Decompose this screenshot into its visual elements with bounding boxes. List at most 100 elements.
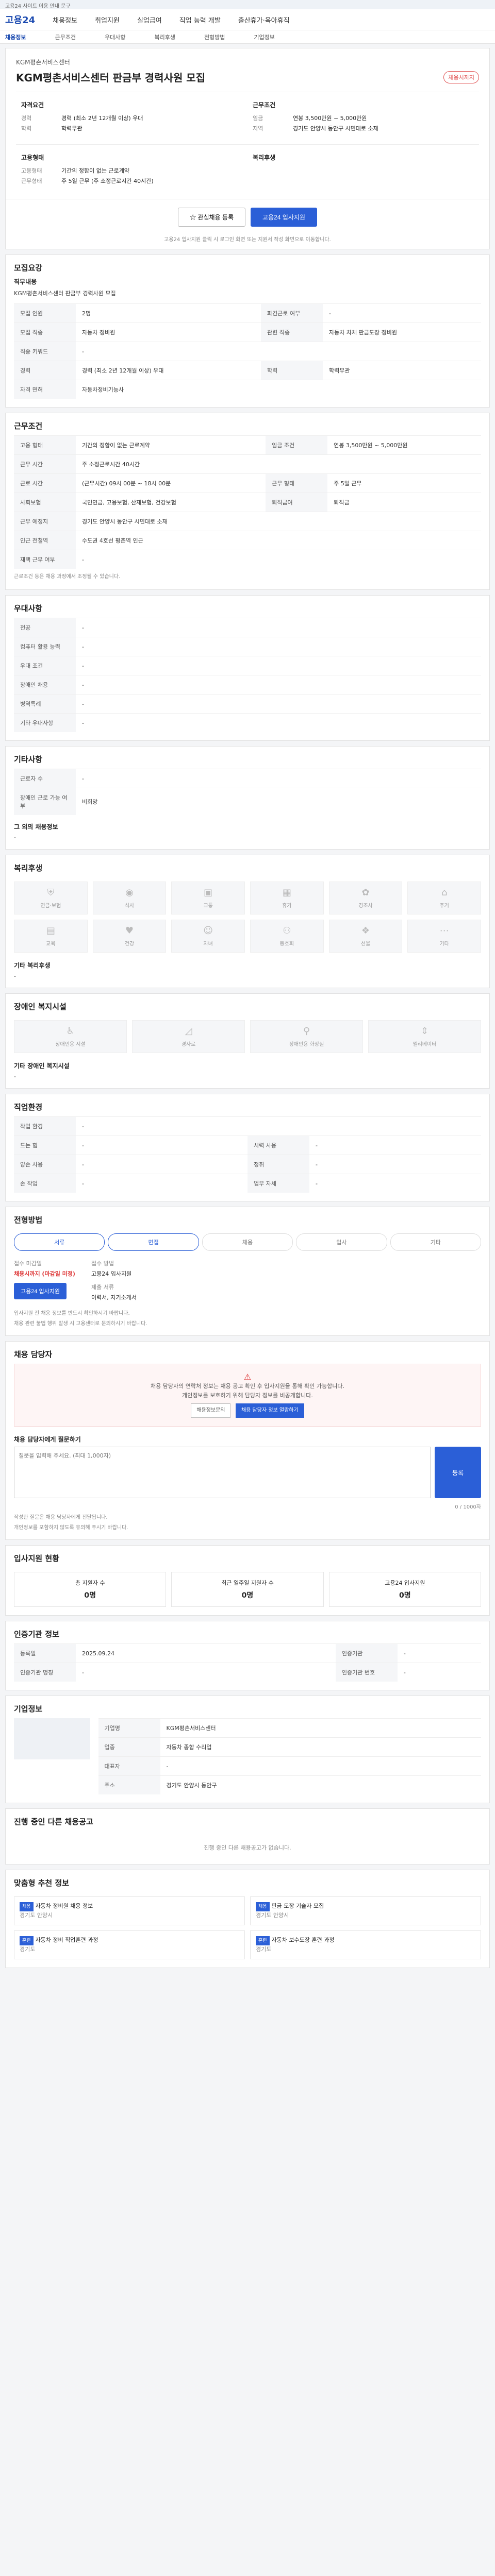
cert-info-section: 인증기관 정보 등록일 2025.09.24 인증기관 - 인증기관 명칭 - 인증기관 … (5, 1621, 490, 1690)
row-key: 인증기관 번호 (335, 1663, 398, 1682)
row-key: 주소 (98, 1775, 160, 1794)
welfare-label: 동호회 (279, 941, 294, 947)
welfare-label: 교육 (46, 941, 56, 947)
tab-process[interactable]: 전형방법 (204, 33, 225, 41)
table-row: 전공 - (14, 618, 481, 637)
table-row: 기타 우대사항 - (14, 713, 481, 732)
more-icon: ⋯ (439, 925, 449, 936)
kv-key: 근무형태 (21, 178, 42, 184)
step-item: 기타 (390, 1233, 482, 1251)
disability-grid: ♿ 장애인용 시설 ◿ 경사로 ⚲ 장애인용 화장실 ⇕ 엘리베이터 (6, 1016, 489, 1061)
row-key: 등록일 (14, 1643, 76, 1663)
recommend-item[interactable]: 채용 판금 도장 기술자 모집 경기도 안양시 (250, 1896, 481, 1925)
row-value: - (76, 550, 481, 569)
nav-item-benefit[interactable]: 실업급여 (137, 15, 162, 25)
section-title: 모집요강 (14, 263, 43, 273)
row-key: 모집 직종 (14, 323, 76, 342)
nav-item-jobs[interactable]: 채용정보 (53, 15, 77, 25)
row-key: 모집 인원 (14, 303, 76, 323)
row-value: - (76, 342, 481, 361)
table-row: 장애인 근로 가능 여부 비희망 (14, 788, 481, 815)
kv-key: 임금 (253, 115, 263, 122)
recommend-item[interactable]: 훈련 자동차 보수도장 훈련 과정 경기도 (250, 1930, 481, 1959)
nav-item-training[interactable]: 직업 능력 개발 (179, 15, 221, 25)
inquiry-button[interactable]: 채용정보문의 (191, 1403, 231, 1418)
employment-heading: 고용형태 (21, 154, 44, 161)
row-value: - (309, 1174, 481, 1193)
apply-button[interactable]: 고용24 입사지원 (251, 208, 317, 227)
table-row: 근무 시간 주 소정근로시간 40시간 (14, 454, 481, 474)
tab-preferences[interactable]: 우대사항 (105, 33, 125, 41)
view-contact-button[interactable]: 채용 담당자 정보 열람하기 (235, 1403, 304, 1418)
stat-label: 최근 일주일 지원자 수 (221, 1580, 274, 1586)
row-value: - (309, 1155, 481, 1174)
row-value: 주 5일 근무 (327, 473, 481, 493)
row-key: 고용 형태 (14, 435, 76, 455)
kv-value: 경력 (최소 2년 12개월 이상) 우대 (61, 115, 143, 122)
question-input[interactable] (14, 1447, 431, 1498)
tab-recruit[interactable]: 채용정보 (5, 33, 26, 41)
stat-value: 0명 (399, 1591, 411, 1600)
table-row: 직종 키워드 - (14, 342, 481, 361)
facility-label: 장애인용 화장실 (289, 1042, 324, 1047)
table-row: 주소 경기도 안양시 동안구 (98, 1775, 481, 1794)
row-value: - (76, 1174, 248, 1193)
row-value: 자동차 차체 판금도장 정비원 (323, 323, 481, 342)
question-submit-button[interactable]: 등록 (435, 1447, 481, 1498)
table-row: 근무 예정지 경기도 안양시 동안구 시민대로 소재 (14, 512, 481, 531)
section-title: 인증기관 정보 (14, 1630, 60, 1639)
nav-item-support[interactable]: 취업지원 (95, 15, 120, 25)
row-value: - (76, 769, 481, 788)
workplace-section: 직업환경 작업 환경 - 드는 힘 - 시력 사용 - 양손 사용 - 청취 - 손 작업 - 업… (5, 1094, 490, 1201)
recommend-tag: 채용 (20, 1902, 34, 1911)
welfare-label: 휴가 (282, 903, 292, 909)
welfare-item: ⚇ 동호회 (250, 920, 324, 953)
kv-value: 연봉 3,500만원 ~ 5,000만원 (293, 115, 367, 122)
row-value: 2명 (76, 303, 261, 323)
scrap-button[interactable]: ☆ 관심채용 등록 (178, 208, 245, 227)
step-item: 서류 (14, 1233, 105, 1251)
process-apply-button[interactable]: 고용24 입사지원 (14, 1283, 67, 1299)
table-row: 모집 인원 2명 파견근로 여부 - (14, 303, 481, 323)
kv-key: 고용형태 (21, 167, 42, 174)
row-value: - (76, 1136, 248, 1155)
facility-item: ♿ 장애인용 시설 (14, 1020, 127, 1053)
table-row: 업종 자동차 종합 수리업 (98, 1737, 481, 1757)
row-value: 2025.09.24 (76, 1643, 336, 1663)
tab-welfare[interactable]: 복리후생 (154, 33, 175, 41)
tab-conditions[interactable]: 근무조건 (55, 33, 75, 41)
row-key: 업무 자세 (248, 1174, 309, 1193)
welfare-label: 자녀 (203, 941, 213, 947)
table-row: 고용 형태 기간의 정함이 없는 근로계약 임금 조건 연봉 3,500만원 ~ 5,… (14, 435, 481, 455)
table-row: 근로자 수- (14, 769, 481, 788)
recommend-title: 판금 도장 기술자 모집 (271, 1903, 324, 1909)
table-row: 인근 전철역 수도권 4호선 평촌역 인근 (14, 531, 481, 550)
row-key: 업종 (98, 1737, 160, 1757)
row-value: 자동차정비기능사 (76, 380, 481, 399)
welfare-label: 건강 (124, 941, 135, 947)
welfare-heading: 복리후생 (253, 154, 276, 161)
company-name[interactable]: KGM평촌서비스센터 (16, 58, 479, 66)
step-item: 면접 (108, 1233, 199, 1251)
tab-company[interactable]: 기업정보 (254, 33, 274, 41)
row-key: 기업명 (98, 1718, 160, 1738)
site-logo[interactable]: 고용24 (5, 13, 35, 26)
contact-alert: ⚠ 채용 담당자의 연락처 정보는 채용 공고 확인 후 입사지원을 통해 확인… (14, 1364, 481, 1427)
meal-icon: ◉ (125, 887, 134, 898)
nav-item-leave[interactable]: 출산휴가·육아휴직 (238, 15, 290, 25)
table-row: 장애인 채용 - (14, 675, 481, 694)
table-row: 인증기관 명칭 - 인증기관 번호 - (14, 1663, 481, 1682)
facility-item: ◿ 경사로 (132, 1020, 245, 1053)
stat-card: 고용24 입사지원 0명 (328, 1572, 481, 1607)
elevator-icon: ⇕ (420, 1026, 429, 1037)
table-row: 모집 직종 자동차 정비원 관련 직종 자동차 차체 판금도장 정비원 (14, 323, 481, 342)
qa-title: 채용 담당자에게 질문하기 (14, 1436, 81, 1443)
qual-heading: 자격요건 (21, 101, 44, 109)
table-row: 사회보험 국민연금, 고용보험, 산재보험, 건강보험 퇴직급여 퇴직금 (14, 493, 481, 512)
welfare-label: 연금·보험 (40, 903, 61, 909)
recommend-item[interactable]: 훈련 자동차 정비 직업훈련 과정 경기도 (14, 1930, 245, 1959)
apply-note: 고용24 입사지원 클릭 시 로그인 화면 또는 지원서 작성 화면으로 이동합… (164, 237, 331, 243)
company-logo-placeholder (14, 1718, 90, 1759)
recommend-item[interactable]: 채용 자동차 정비원 채용 정보 경기도 안양시 (14, 1896, 245, 1925)
recommend-sub: 경기도 안양시 (20, 1912, 53, 1919)
